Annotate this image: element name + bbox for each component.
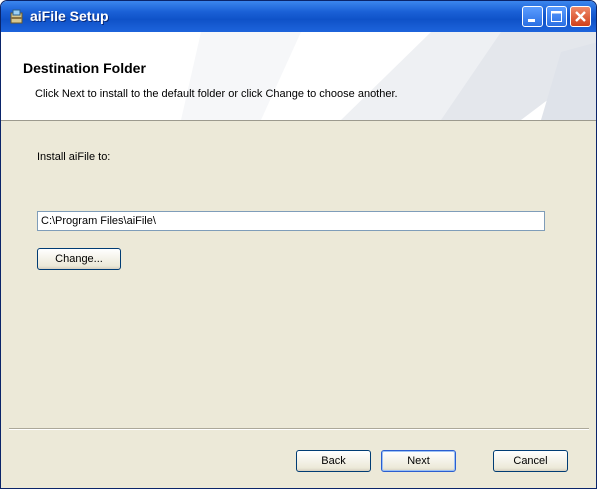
install-path-field[interactable]	[37, 211, 545, 231]
page-description: Click Next to install to the default fol…	[35, 88, 398, 100]
close-icon	[575, 11, 586, 22]
header-banner: Destination Folder Click Next to install…	[1, 32, 596, 121]
setup-window: aiFile Setup Destination Folder Click Ne…	[0, 0, 597, 489]
next-button[interactable]: Next	[381, 450, 456, 472]
close-button[interactable]	[570, 6, 591, 27]
page-title: Destination Folder	[23, 60, 146, 76]
change-button[interactable]: Change...	[37, 248, 121, 270]
maximize-button[interactable]	[546, 6, 567, 27]
install-location-label: Install aiFile to:	[37, 151, 111, 163]
cancel-button[interactable]: Cancel	[493, 450, 568, 472]
window-title: aiFile Setup	[30, 8, 109, 24]
back-button[interactable]: Back	[296, 450, 371, 472]
maximize-icon	[551, 11, 562, 22]
title-bar[interactable]: aiFile Setup	[1, 1, 596, 32]
minimize-icon	[528, 19, 535, 22]
setup-package-icon	[9, 8, 25, 25]
footer-divider	[9, 428, 589, 430]
banner-graphic	[181, 32, 596, 120]
minimize-button[interactable]	[522, 6, 543, 27]
